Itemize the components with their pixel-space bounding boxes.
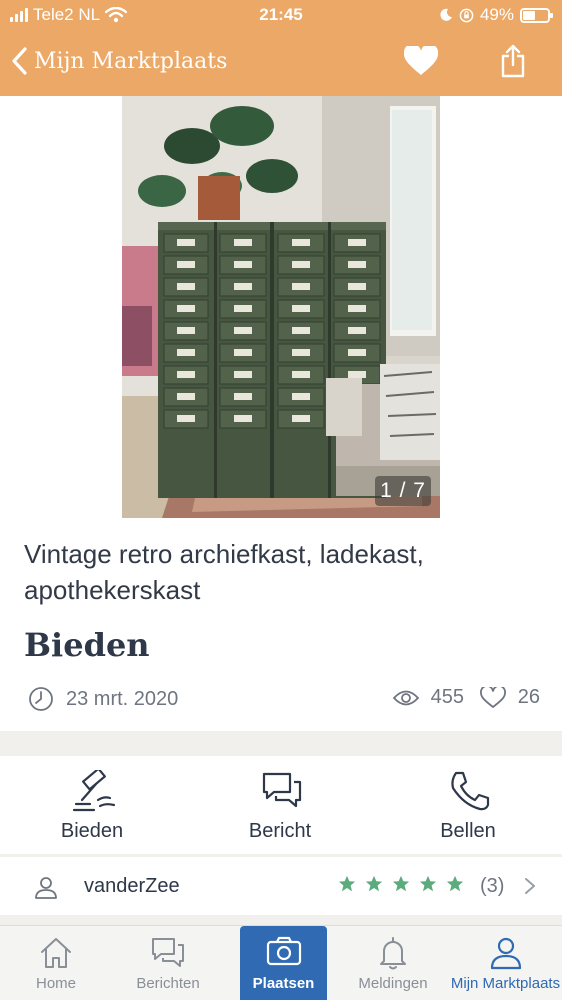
- cabinet-image: [122, 96, 440, 518]
- chat-icon: [152, 938, 184, 967]
- gavel-icon: [72, 770, 116, 812]
- photo-counter: 1 / 7: [375, 476, 431, 506]
- views-text: 455: [430, 686, 464, 708]
- rating-count: (3): [480, 875, 505, 897]
- user-icon: [490, 937, 521, 970]
- chat-icon: [262, 772, 302, 808]
- heart-outline-icon: [479, 686, 506, 708]
- tab-plaatsen-label: Plaatsen: [252, 975, 315, 992]
- listing-title: Vintage retro archiefkast, ladekast, apo…: [24, 539, 424, 605]
- seller-row[interactable]: vanderZee (3): [0, 857, 562, 915]
- back-label: Mijn Marktplaats: [34, 48, 228, 74]
- call-button[interactable]: Bellen: [398, 756, 538, 854]
- battery-icon: [520, 7, 553, 23]
- rotation-lock-icon: [459, 8, 474, 22]
- tab-meldingen[interactable]: Meldingen: [337, 926, 449, 1000]
- chevron-right-icon: [525, 878, 535, 894]
- listing-date: 23 mrt. 2020: [28, 686, 178, 712]
- favorite-count: 26: [479, 686, 540, 709]
- star-icon: [419, 875, 437, 892]
- home-icon: [41, 938, 71, 968]
- status-bar: Tele2 NL 21:45 49%: [0, 0, 562, 30]
- star-icon: [365, 875, 383, 892]
- message-label: Bericht: [248, 820, 312, 842]
- tab-mijn-marktplaats[interactable]: Mijn Marktplaats: [449, 926, 562, 1000]
- listing-card: 1 / 7 Vintage retro archiefkast, ladekas…: [0, 96, 562, 731]
- listing-meta: 23 mrt. 2020 455 26: [28, 686, 540, 716]
- nav-bar: Mijn Marktplaats: [0, 30, 562, 96]
- call-label: Bellen: [440, 820, 496, 842]
- tab-mijn-marktplaats-label: Mijn Marktplaats: [450, 975, 561, 992]
- tab-home[interactable]: Home: [0, 926, 112, 1000]
- date-text: 23 mrt. 2020: [66, 687, 179, 710]
- moon-icon: [440, 8, 452, 21]
- tab-berichten-label: Berichten: [136, 975, 200, 992]
- favorites-text: 26: [517, 686, 540, 708]
- user-icon: [35, 877, 57, 899]
- battery-percent: 49%: [479, 5, 514, 24]
- star-icon: [446, 875, 464, 892]
- clock-icon: [29, 687, 53, 711]
- star-icon: [338, 875, 356, 892]
- camera-icon: [266, 936, 301, 966]
- back-button[interactable]: Mijn Marktplaats: [10, 46, 227, 76]
- status-right: 49%: [439, 5, 553, 25]
- seller-name: vanderZee: [84, 875, 180, 897]
- tab-bar: Home Berichten Plaatsen Meldingen Mijn M…: [0, 925, 562, 1000]
- tab-meldingen-label: Meldingen: [358, 975, 428, 992]
- battery-level: [523, 10, 535, 20]
- tab-berichten[interactable]: Berichten: [112, 926, 224, 1000]
- heart-icon[interactable]: [404, 46, 438, 76]
- phone-icon: [451, 771, 490, 811]
- message-button[interactable]: Bericht: [210, 756, 350, 854]
- action-row: Bieden Bericht Bellen: [0, 756, 562, 854]
- star-icon: [392, 875, 410, 892]
- listing-photo[interactable]: 1 / 7: [122, 96, 440, 518]
- bell-icon: [380, 937, 406, 970]
- seller-rating-stars: [338, 875, 464, 893]
- eye-icon: [392, 690, 419, 705]
- bid-label: Bieden: [60, 820, 124, 842]
- tab-plaatsen[interactable]: Plaatsen: [240, 926, 327, 1000]
- bid-button[interactable]: Bieden: [22, 756, 162, 854]
- share-icon[interactable]: [500, 44, 526, 78]
- listing-price: Bieden: [24, 626, 150, 664]
- chevron-left-icon: [12, 47, 27, 75]
- view-count: 455: [392, 686, 464, 709]
- tab-home-label: Home: [35, 975, 76, 992]
